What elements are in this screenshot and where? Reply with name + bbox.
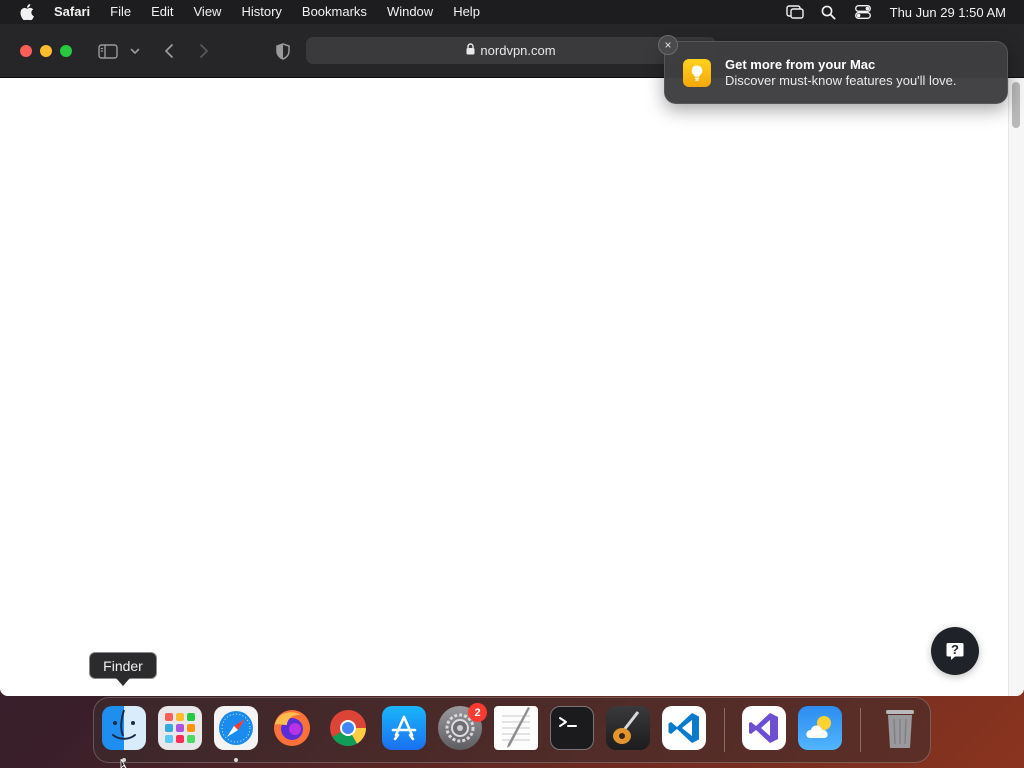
help-chat-button[interactable]: ? (931, 627, 979, 675)
sidebar-icon[interactable] (96, 39, 120, 63)
dock-tooltip-tail (116, 678, 130, 686)
menu-window[interactable]: Window (377, 0, 443, 24)
app-store-icon[interactable] (382, 706, 426, 750)
mouse-cursor-icon (120, 759, 127, 768)
visual-studio-icon[interactable] (742, 706, 786, 750)
privacy-shield-icon[interactable] (273, 39, 293, 63)
chevron-down-icon[interactable] (128, 39, 142, 63)
menu-help[interactable]: Help (443, 0, 490, 24)
notification-body: Discover must-know features you'll love. (725, 73, 957, 88)
screen-mirroring-icon[interactable] (778, 0, 812, 24)
back-icon[interactable] (160, 39, 178, 63)
menu-bar: Safari File Edit View History Bookmarks … (0, 0, 1024, 24)
menubar-clock[interactable]: Thu Jun 29 1:50 AM (880, 5, 1024, 20)
menu-file[interactable]: File (100, 0, 141, 24)
system-settings-badge: 2 (468, 703, 487, 722)
weather-icon[interactable] (798, 706, 842, 750)
close-icon: × (664, 38, 672, 52)
dock (93, 697, 931, 763)
garageband-icon[interactable] (606, 706, 650, 750)
address-bar[interactable]: nordvpn.com (306, 37, 716, 64)
window-minimize-button[interactable] (40, 45, 52, 57)
spotlight-search-icon[interactable] (812, 0, 846, 24)
window-zoom-button[interactable] (60, 45, 72, 57)
menu-edit[interactable]: Edit (141, 0, 183, 24)
lock-icon (466, 43, 475, 58)
web-page-content[interactable]: ? (0, 78, 1024, 696)
menu-history[interactable]: History (231, 0, 291, 24)
dock-tooltip-label: Finder (103, 657, 143, 674)
launchpad-icon[interactable] (158, 706, 202, 750)
chrome-icon[interactable] (326, 706, 370, 750)
control-center-icon[interactable] (846, 0, 880, 24)
finder-icon[interactable] (102, 706, 146, 750)
terminal-icon[interactable] (550, 706, 594, 750)
dock-separator (724, 708, 725, 752)
address-url: nordvpn.com (480, 43, 556, 58)
menu-app-name[interactable]: Safari (48, 0, 100, 24)
menu-bookmarks[interactable]: Bookmarks (292, 0, 377, 24)
scrollbar-thumb[interactable] (1012, 82, 1020, 128)
scrollbar[interactable] (1008, 78, 1024, 696)
notification-title: Get more from your Mac (725, 57, 876, 72)
apple-logo-icon[interactable] (16, 1, 38, 23)
notification-close-button[interactable]: × (658, 35, 678, 55)
notification-banner[interactable]: Get more from your Mac Discover must-kno… (664, 41, 1008, 104)
window-close-button[interactable] (20, 45, 32, 57)
dock-tooltip: Finder (89, 652, 157, 679)
safari-running-indicator (234, 758, 238, 762)
vscode-icon[interactable] (662, 706, 706, 750)
lightbulb-icon (683, 59, 711, 87)
menu-view[interactable]: View (184, 0, 232, 24)
trash-icon[interactable] (878, 706, 922, 750)
forward-icon[interactable] (195, 39, 213, 63)
safari-icon[interactable] (214, 706, 258, 750)
firefox-icon[interactable] (270, 706, 314, 750)
textedit-icon[interactable] (494, 706, 538, 750)
dock-separator (860, 708, 861, 752)
help-chat-label: ? (951, 641, 959, 657)
safari-window: nordvpn.com ? (0, 24, 1024, 696)
